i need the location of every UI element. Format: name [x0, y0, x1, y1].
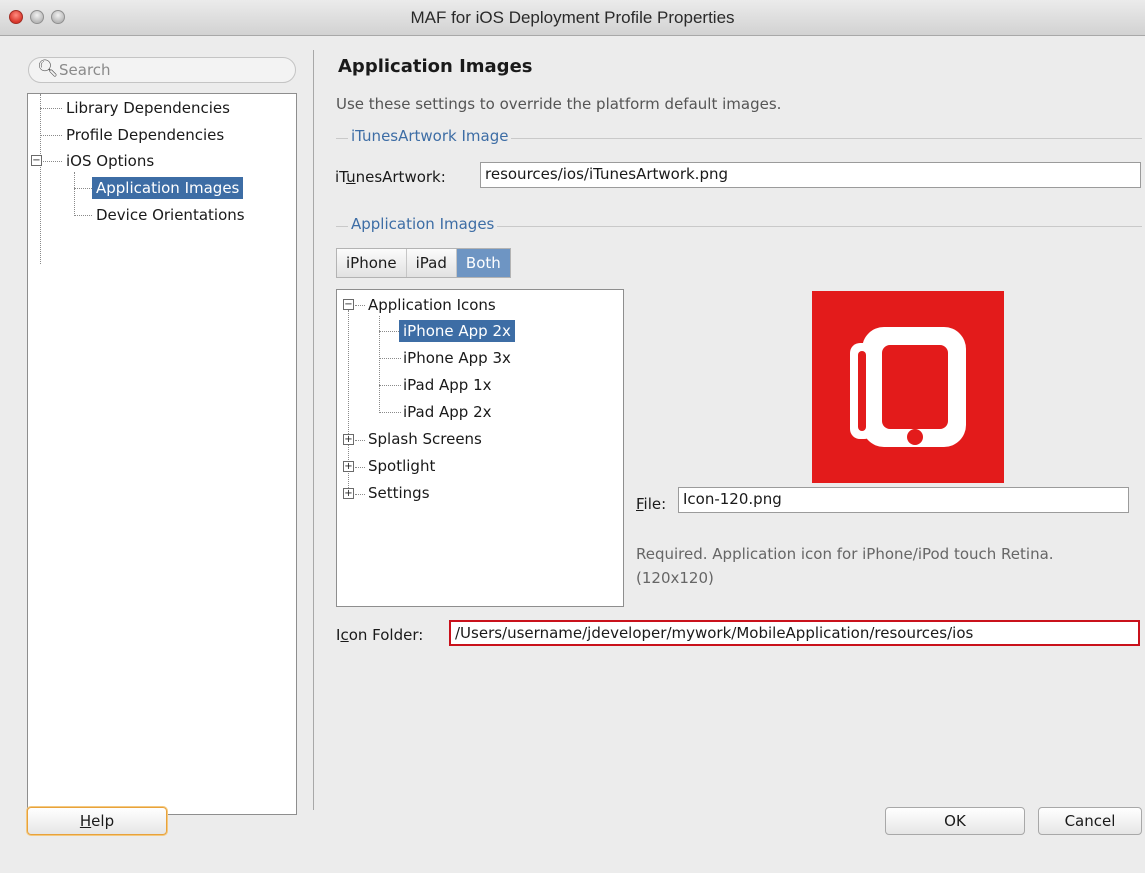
tree-connector — [40, 94, 41, 264]
tree-connector — [379, 331, 401, 332]
segment-iphone[interactable]: iPhone — [337, 249, 407, 277]
nav-item-device-orientations[interactable]: Device Orientations — [96, 204, 245, 226]
tree-item-settings[interactable]: Settings — [368, 482, 430, 504]
icon-folder-label: Icon Folder: — [336, 626, 424, 644]
tree-connector — [379, 358, 401, 359]
itunes-group-title: iTunesArtwork Image — [348, 127, 512, 145]
tree-connector — [43, 161, 62, 162]
expand-icon[interactable]: + — [343, 488, 354, 499]
tree-connector — [40, 135, 62, 136]
title-bar: MAF for iOS Deployment Profile Propertie… — [0, 0, 1145, 36]
mobile-app-icon — [850, 327, 966, 447]
itunes-artwork-label: iTunesArtwork: — [335, 168, 446, 186]
tree-item-spotlight[interactable]: Spotlight — [368, 455, 435, 477]
search-icon: 🔍︎ — [37, 59, 59, 79]
help-button[interactable]: Help — [27, 807, 167, 835]
hint-line: Required. Application icon for iPhone/iP… — [636, 545, 1054, 563]
segment-both[interactable]: Both — [456, 249, 510, 277]
file-label: File: — [636, 495, 667, 513]
search-input[interactable]: 🔍︎ Search — [28, 57, 296, 83]
application-images-group-title: Application Images — [348, 215, 498, 233]
tree-connector — [355, 440, 365, 441]
tree-item-splash-screens[interactable]: Splash Screens — [368, 428, 482, 450]
tree-connector — [379, 385, 401, 386]
app-icon-preview — [812, 291, 1004, 483]
expand-icon[interactable]: + — [343, 461, 354, 472]
itunes-artwork-field[interactable]: resources/ios/iTunesArtwork.png — [480, 162, 1141, 188]
tree-item-application-icons[interactable]: Application Icons — [368, 294, 496, 316]
tree-item-iphone-app-2x[interactable]: iPhone App 2x — [399, 320, 515, 342]
settings-nav-tree[interactable]: Library Dependencies Profile Dependencie… — [27, 93, 297, 815]
image-type-tree[interactable]: − Application Icons iPhone App 2x iPhone… — [336, 289, 624, 607]
window-title: MAF for iOS Deployment Profile Propertie… — [410, 8, 735, 27]
tree-connector — [355, 467, 365, 468]
icon-requirement-hint: Required. Application icon for iPhone/iP… — [636, 542, 1136, 590]
tree-item-ipad-app-1x[interactable]: iPad App 1x — [403, 374, 492, 396]
tree-connector — [379, 412, 401, 413]
ok-button[interactable]: OK — [885, 807, 1025, 835]
nav-item-library-dependencies[interactable]: Library Dependencies — [66, 97, 230, 119]
page-title: Application Images — [338, 56, 533, 77]
device-segmented-control[interactable]: iPhone iPad Both — [336, 248, 511, 278]
search-placeholder: Search — [59, 61, 111, 79]
tree-connector — [355, 494, 365, 495]
icon-folder-field[interactable]: /Users/username/jdeveloper/mywork/Mobile… — [449, 620, 1140, 646]
tree-connector — [74, 188, 92, 189]
tree-item-ipad-app-2x[interactable]: iPad App 2x — [403, 401, 492, 423]
tree-connector — [40, 108, 62, 109]
file-field[interactable]: Icon-120.png — [678, 487, 1129, 513]
split-pane-divider[interactable] — [313, 50, 314, 810]
tree-connector — [74, 215, 92, 216]
tree-connector — [74, 172, 75, 216]
hint-line: (120x120) — [636, 569, 714, 587]
nav-item-application-images[interactable]: Application Images — [92, 177, 244, 199]
nav-item-ios-options[interactable]: iOS Options — [66, 150, 154, 172]
collapse-icon[interactable]: − — [343, 299, 354, 310]
expand-icon[interactable]: + — [343, 434, 354, 445]
cancel-button[interactable]: Cancel — [1038, 807, 1142, 835]
segment-ipad[interactable]: iPad — [407, 249, 457, 277]
tree-connector — [355, 305, 365, 306]
collapse-icon[interactable]: − — [31, 155, 42, 166]
tree-item-iphone-app-3x[interactable]: iPhone App 3x — [403, 347, 511, 369]
nav-item-profile-dependencies[interactable]: Profile Dependencies — [66, 124, 224, 146]
page-description: Use these settings to override the platf… — [336, 95, 782, 113]
